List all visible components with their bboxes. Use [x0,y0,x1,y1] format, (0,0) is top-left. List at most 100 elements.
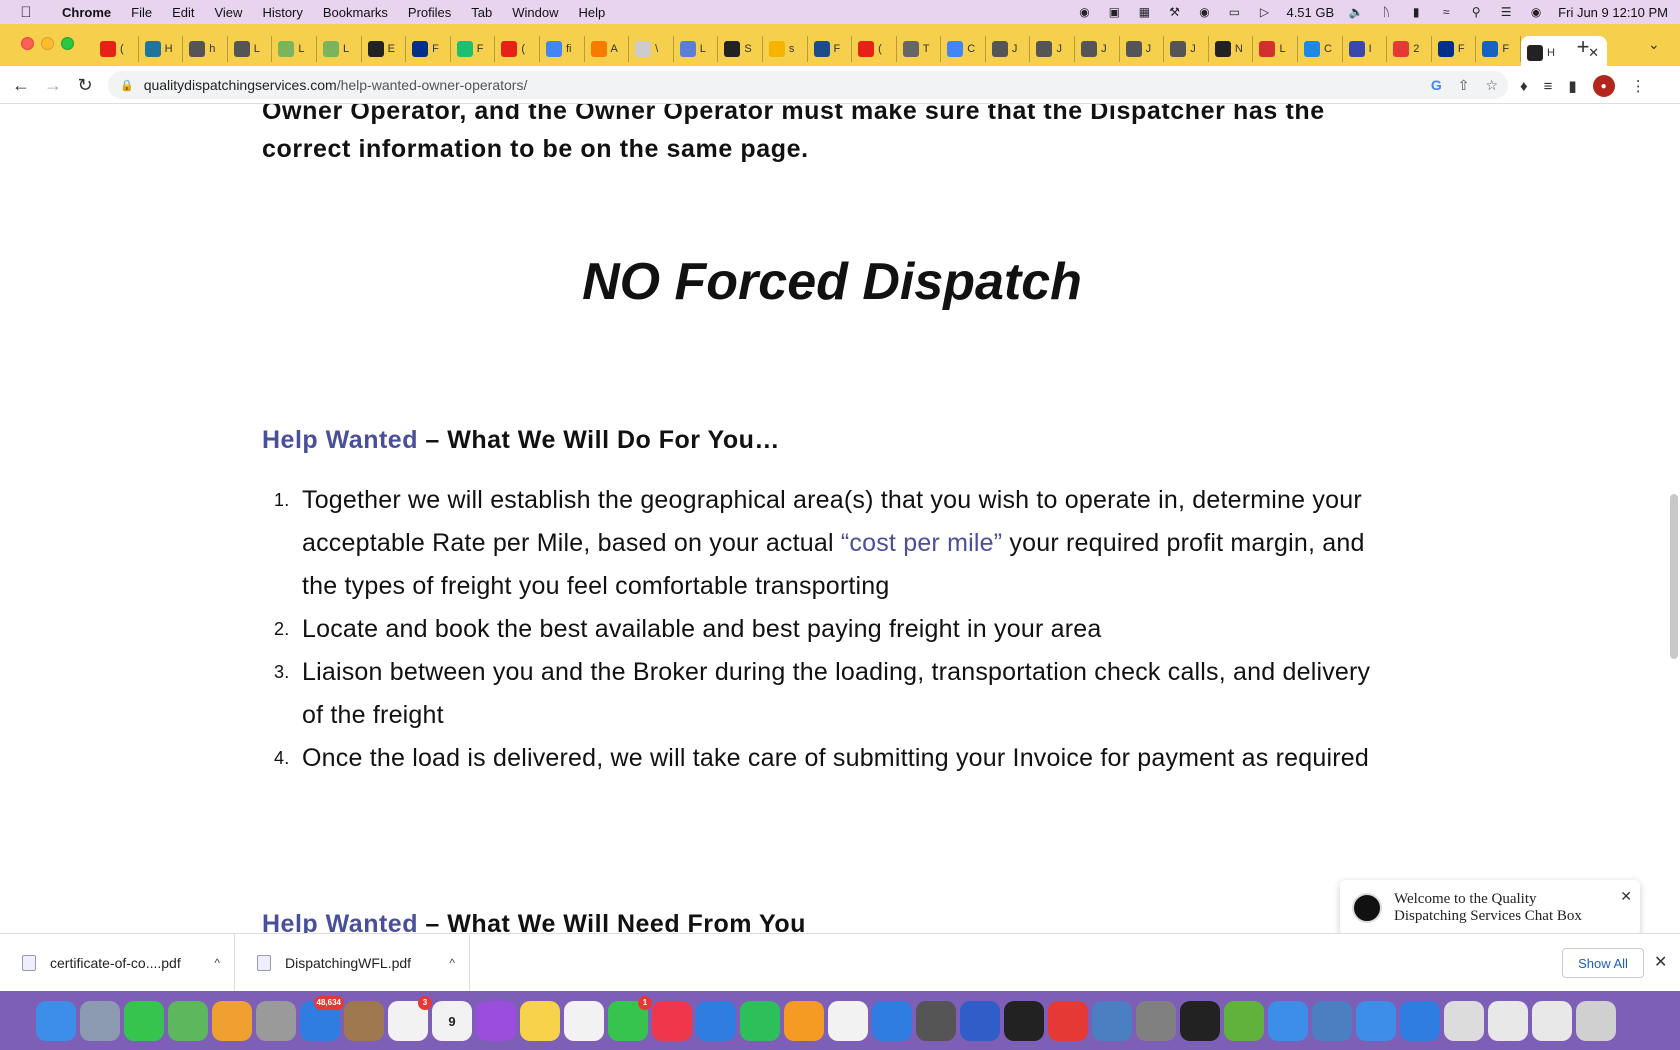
tools-icon[interactable]: ⚒ [1166,5,1182,19]
browser-tab[interactable]: F [406,36,451,62]
menu-profiles[interactable]: Profiles [398,5,461,20]
terminal-icon[interactable] [1004,1001,1044,1041]
app-store-folder-icon[interactable] [1400,1001,1440,1041]
tab-search-chevron-icon[interactable]: ⌄ [1648,36,1660,53]
volume-icon[interactable]: 🔈 [1348,5,1364,19]
numbers-icon[interactable] [740,1001,780,1041]
menu-help[interactable]: Help [569,5,616,20]
browser-tab[interactable]: h [183,36,228,62]
browser-tab[interactable]: ( [94,36,139,62]
play-icon[interactable]: ▷ [1256,5,1272,19]
app-store-icon[interactable] [872,1001,912,1041]
browser-tab[interactable]: ( [495,36,540,62]
browser-tab[interactable]: L [1253,36,1299,62]
menu-view[interactable]: View [204,5,252,20]
browser-tab[interactable]: J [1120,36,1165,62]
apple-menu-icon[interactable]:  [0,4,52,21]
pages-icon[interactable] [784,1001,824,1041]
close-window-button[interactable] [21,37,34,50]
menu-history[interactable]: History [252,5,312,20]
screen-share-icon[interactable]: ▣ [1106,5,1122,19]
browser-tab[interactable]: S [718,36,763,62]
chevron-up-icon[interactable]: ^ [214,956,220,970]
help-wanted-link[interactable]: Help Wanted [262,426,418,454]
folder-icon[interactable] [1356,1001,1396,1041]
messages-icon[interactable] [124,1001,164,1041]
page-scrollbar[interactable] [1670,494,1678,659]
wordpress-status-icon[interactable]: ◉ [1196,5,1212,19]
browser-tab[interactable]: fi [540,36,585,62]
bluetooth-icon[interactable]: ᚢ [1378,5,1394,19]
p-app-icon[interactable] [1048,1001,1088,1041]
menu-window[interactable]: Window [502,5,568,20]
download-item[interactable]: DispatchingWFL.pdf ^ [235,934,470,992]
menu-bookmarks[interactable]: Bookmarks [313,5,398,20]
virtualbox-vm-icon[interactable] [1312,1001,1352,1041]
address-bar[interactable]: 🔒 qualitydispatchingservices.com/help-wa… [108,71,1508,99]
browser-tab[interactable]: F [1476,36,1521,62]
new-tab-button[interactable]: + [1572,34,1594,60]
side-panel-icon[interactable]: ▮ [1568,77,1576,95]
profile-avatar[interactable]: ● [1592,75,1615,97]
grid-icon[interactable]: ▦ [1136,5,1152,19]
reading-list-icon[interactable]: ≡ [1544,78,1553,95]
chevron-up-icon[interactable]: ^ [449,956,455,970]
forward-arrow-icon[interactable]: → [42,75,64,95]
browser-tab[interactable]: \ [629,36,674,62]
menu-file[interactable]: File [121,5,162,20]
virtualbox-icon[interactable] [1092,1001,1132,1041]
maps-icon[interactable] [168,1001,208,1041]
browser-tab[interactable]: J [1075,36,1120,62]
downloads-folder-icon[interactable] [1532,1001,1572,1041]
browser-tab[interactable]: s [763,36,808,62]
browser-tab[interactable]: F [808,36,853,62]
notes-icon[interactable] [520,1001,560,1041]
chrome-menu-icon[interactable]: ⋮ [1631,77,1646,95]
browser-tab[interactable]: 2 [1387,36,1432,62]
news-icon[interactable] [564,1001,604,1041]
menu-tab[interactable]: Tab [461,5,502,20]
browser-tab[interactable]: L [228,36,273,62]
grammarly-icon[interactable]: ◉ [1076,5,1092,19]
finder-icon[interactable] [36,1001,76,1041]
sequel-icon[interactable] [916,1001,956,1041]
music-icon[interactable] [652,1001,692,1041]
help-icon[interactable] [256,1001,296,1041]
screenshot-icon[interactable] [1444,1001,1484,1041]
facetime-icon[interactable]: 1 [608,996,652,1041]
clock[interactable]: Fri Jun 9 12:10 PM [1558,5,1668,20]
siri-icon[interactable]: ◉ [1528,5,1544,19]
browser-tab[interactable]: I [1343,36,1388,62]
back-arrow-icon[interactable]: ← [10,75,32,95]
browser-tab[interactable]: C [1298,36,1343,62]
close-download-bar-icon[interactable]: ✕ [1654,952,1667,972]
fullscreen-window-button[interactable] [61,37,74,50]
reminders-icon[interactable]: 3 [388,996,432,1041]
wifi-icon[interactable]: ≈ [1438,5,1454,19]
system-preferences-icon[interactable] [1136,1001,1176,1041]
keynote-icon[interactable] [696,1001,736,1041]
chrome-icon[interactable] [828,1001,868,1041]
browser-tab[interactable]: E [362,36,407,62]
browser-tab[interactable]: C [941,36,986,62]
download-item[interactable]: certificate-of-co....pdf ^ [0,934,235,992]
documents-icon[interactable] [1488,1001,1528,1041]
cost-per-mile-link[interactable]: “cost per mile” [841,529,1002,557]
show-all-downloads-button[interactable]: Show All [1562,948,1644,978]
active-browser-tab[interactable]: H ✕ [1521,36,1607,70]
apple-tv-icon[interactable] [1180,1001,1220,1041]
chat-welcome-bubble[interactable]: Welcome to the Quality Dispatching Servi… [1340,880,1640,933]
lock-icon[interactable]: 🔒 [120,79,134,92]
close-icon[interactable]: ✕ [1620,888,1632,905]
utorrent-icon[interactable] [1224,1001,1264,1041]
share-icon[interactable]: ⇧ [1458,77,1470,94]
bookmark-star-icon[interactable]: ☆ [1485,77,1498,94]
cyberduck-icon[interactable] [960,1001,1000,1041]
browser-tab[interactable]: J [986,36,1031,62]
browser-tab[interactable]: T [897,36,942,62]
minimize-window-button[interactable] [41,37,54,50]
extensions-puzzle-icon[interactable]: ♦ [1520,78,1528,95]
browser-tab[interactable]: J [1030,36,1076,62]
browser-tab[interactable]: L [674,36,719,62]
browser-tab[interactable]: N [1209,36,1254,62]
